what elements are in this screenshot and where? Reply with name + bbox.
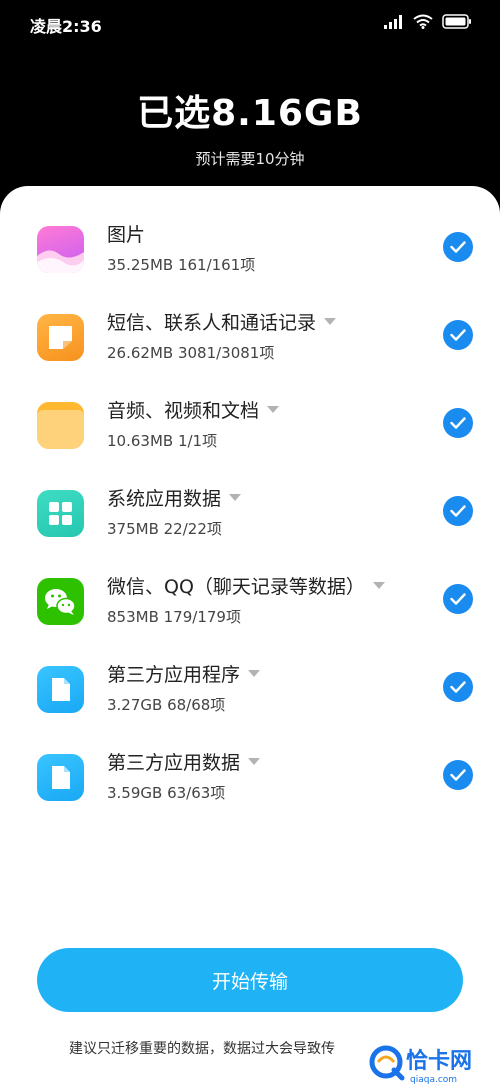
list-item-media-docs[interactable]: 音频、视频和文档 10.63MB 1/1项 xyxy=(0,400,500,490)
checkbox-checked[interactable] xyxy=(443,320,473,350)
checkmark-icon xyxy=(450,505,466,517)
signal-icon xyxy=(384,14,402,29)
checkbox-checked[interactable] xyxy=(443,584,473,614)
folder-icon xyxy=(37,402,84,449)
item-title: 第三方应用数据 xyxy=(107,748,261,775)
start-transfer-button[interactable]: 开始传输 xyxy=(37,948,463,1012)
checkbox-checked[interactable] xyxy=(443,760,473,790)
watermark-logo: 恰卡网 qiaqa.com xyxy=(369,1045,472,1084)
checkmark-icon xyxy=(450,681,466,693)
checkmark-icon xyxy=(450,417,466,429)
checkbox-checked[interactable] xyxy=(443,232,473,262)
status-bar: 凌晨2:36 xyxy=(0,0,500,46)
list-item-third-party-apps[interactable]: 第三方应用程序 3.27GB 68/68项 xyxy=(0,664,500,754)
checkmark-icon xyxy=(450,241,466,253)
item-meta: 26.62MB 3081/3081项 xyxy=(107,344,275,362)
list-item-system-app-data[interactable]: 系统应用数据 375MB 22/22项 xyxy=(0,488,500,578)
item-meta: 3.59GB 63/63项 xyxy=(107,784,226,802)
item-meta: 3.27GB 68/68项 xyxy=(107,696,226,714)
chevron-down-icon[interactable] xyxy=(248,670,261,677)
chevron-down-icon[interactable] xyxy=(267,406,280,413)
checkmark-icon xyxy=(450,593,466,605)
estimated-time: 预计需要10分钟 xyxy=(195,150,305,168)
document-icon xyxy=(37,666,84,713)
item-title: 短信、联系人和通话记录 xyxy=(107,308,337,335)
header: 已选8.16GB 预计需要10分钟 xyxy=(0,84,500,169)
item-title: 音频、视频和文档 xyxy=(107,396,280,423)
chevron-down-icon[interactable] xyxy=(324,318,337,325)
item-meta: 10.63MB 1/1项 xyxy=(107,432,218,450)
chevron-down-icon[interactable] xyxy=(372,582,385,589)
watermark-domain: qiaqa.com xyxy=(410,1075,457,1084)
selected-size-title: 已选8.16GB xyxy=(137,93,363,134)
status-time: 凌晨2:36 xyxy=(30,17,102,36)
item-meta: 853MB 179/179项 xyxy=(107,608,241,626)
checkmark-icon xyxy=(450,329,466,341)
checkbox-checked[interactable] xyxy=(443,672,473,702)
footnote-hint: 建议只迁移重要的数据，数据过大会导致传 xyxy=(69,1041,335,1057)
chevron-down-icon[interactable] xyxy=(248,758,261,765)
list-item-third-party-app-data[interactable]: 第三方应用数据 3.59GB 63/63项 xyxy=(0,752,500,842)
watermark-brand: 恰卡网 xyxy=(406,1048,472,1074)
item-title: 微信、QQ（聊天记录等数据） xyxy=(107,572,385,599)
wifi-icon xyxy=(413,14,433,29)
battery-icon xyxy=(442,14,471,29)
gallery-icon xyxy=(37,226,84,273)
item-title: 第三方应用程序 xyxy=(107,660,261,687)
wechat-icon xyxy=(37,578,84,625)
status-icons xyxy=(384,14,472,29)
document-icon xyxy=(37,754,84,801)
checkbox-checked[interactable] xyxy=(443,496,473,526)
apps-grid-icon xyxy=(37,490,84,537)
list-item-photos[interactable]: 图片 35.25MB 161/161项 xyxy=(0,224,500,314)
checkmark-icon xyxy=(450,769,466,781)
checkbox-checked[interactable] xyxy=(443,408,473,438)
list-item-wechat-qq[interactable]: 微信、QQ（聊天记录等数据） 853MB 179/179项 xyxy=(0,576,500,666)
item-meta: 35.25MB 161/161项 xyxy=(107,256,256,274)
item-meta: 375MB 22/22项 xyxy=(107,520,222,538)
item-title: 系统应用数据 xyxy=(107,484,242,511)
item-title: 图片 xyxy=(107,224,146,246)
messages-icon xyxy=(37,314,84,361)
chevron-down-icon[interactable] xyxy=(229,494,242,501)
list-item-messages[interactable]: 短信、联系人和通话记录 26.62MB 3081/3081项 xyxy=(0,312,500,402)
